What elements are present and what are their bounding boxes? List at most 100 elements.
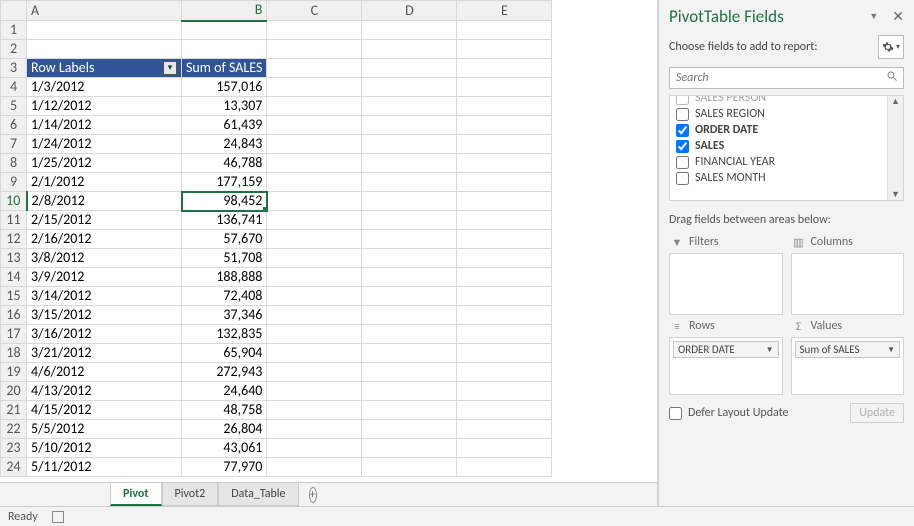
row-header-24[interactable]: 24	[1, 458, 27, 477]
cell-D23[interactable]	[362, 439, 457, 458]
row-header-5[interactable]: 5	[1, 97, 27, 116]
cell-C24[interactable]	[267, 458, 362, 477]
defer-update-input[interactable]	[669, 407, 682, 420]
cell-D8[interactable]	[362, 154, 457, 173]
row-header-13[interactable]: 13	[1, 249, 27, 268]
cell-C15[interactable]	[267, 287, 362, 306]
cell-B7[interactable]: 24,843	[182, 135, 267, 154]
cell-B13[interactable]: 51,708	[182, 249, 267, 268]
cell-E3[interactable]	[457, 59, 552, 78]
row-header-1[interactable]: 1	[1, 21, 27, 40]
row-header-10[interactable]: 10	[1, 192, 27, 211]
cell-C11[interactable]	[267, 211, 362, 230]
row-header-14[interactable]: 14	[1, 268, 27, 287]
cell-E2[interactable]	[457, 40, 552, 59]
values-area[interactable]: Sum of SALES▼	[791, 337, 905, 395]
cell-B22[interactable]: 26,804	[182, 420, 267, 439]
cell-D17[interactable]	[362, 325, 457, 344]
cell-D11[interactable]	[362, 211, 457, 230]
cell-E12[interactable]	[457, 230, 552, 249]
cell-A9[interactable]: 2/1/2012	[27, 173, 182, 192]
col-header-A[interactable]: A	[27, 1, 182, 21]
field-checkbox[interactable]	[676, 156, 689, 169]
cell-C13[interactable]	[267, 249, 362, 268]
cell-C17[interactable]	[267, 325, 362, 344]
cell-C7[interactable]	[267, 135, 362, 154]
row-header-18[interactable]: 18	[1, 344, 27, 363]
cell-C19[interactable]	[267, 363, 362, 382]
field-item-financial-year[interactable]: FINANCIAL YEAR	[674, 154, 883, 170]
cell-E20[interactable]	[457, 382, 552, 401]
filters-area[interactable]	[669, 253, 783, 315]
cell-B8[interactable]: 46,788	[182, 154, 267, 173]
col-header-D[interactable]: D	[362, 1, 457, 21]
row-header-21[interactable]: 21	[1, 401, 27, 420]
cell-B6[interactable]: 61,439	[182, 116, 267, 135]
cell-D22[interactable]	[362, 420, 457, 439]
cell-C12[interactable]	[267, 230, 362, 249]
cell-B20[interactable]: 24,640	[182, 382, 267, 401]
cell-B1[interactable]	[182, 21, 267, 40]
cell-C3[interactable]	[267, 59, 362, 78]
cell-E13[interactable]	[457, 249, 552, 268]
row-header-2[interactable]: 2	[1, 40, 27, 59]
cell-B5[interactable]: 13,307	[182, 97, 267, 116]
cell-D4[interactable]	[362, 78, 457, 97]
cell-C23[interactable]	[267, 439, 362, 458]
cell-A10[interactable]: 2/8/2012	[27, 192, 182, 211]
row-header-22[interactable]: 22	[1, 420, 27, 439]
col-header-E[interactable]: E	[457, 1, 552, 21]
cell-B15[interactable]: 72,408	[182, 287, 267, 306]
cell-E9[interactable]	[457, 173, 552, 192]
cell-C9[interactable]	[267, 173, 362, 192]
cell-A21[interactable]: 4/15/2012	[27, 401, 182, 420]
row-header-16[interactable]: 16	[1, 306, 27, 325]
cell-E1[interactable]	[457, 21, 552, 40]
row-header-7[interactable]: 7	[1, 135, 27, 154]
row-header-4[interactable]: 4	[1, 78, 27, 97]
cell-C4[interactable]	[267, 78, 362, 97]
cell-C6[interactable]	[267, 116, 362, 135]
cell-E10[interactable]	[457, 192, 552, 211]
cell-D16[interactable]	[362, 306, 457, 325]
cell-B18[interactable]: 65,904	[182, 344, 267, 363]
cell-C2[interactable]	[267, 40, 362, 59]
columns-area[interactable]	[791, 253, 905, 315]
search-box[interactable]	[669, 67, 904, 89]
cell-C21[interactable]	[267, 401, 362, 420]
cell-E24[interactable]	[457, 458, 552, 477]
field-checkbox[interactable]	[676, 108, 689, 121]
cell-D15[interactable]	[362, 287, 457, 306]
cell-A13[interactable]: 3/8/2012	[27, 249, 182, 268]
cell-A20[interactable]: 4/13/2012	[27, 382, 182, 401]
cell-A22[interactable]: 5/5/2012	[27, 420, 182, 439]
cell-E14[interactable]	[457, 268, 552, 287]
cell-A15[interactable]: 3/14/2012	[27, 287, 182, 306]
field-checkbox[interactable]	[676, 140, 689, 153]
row-header-17[interactable]: 17	[1, 325, 27, 344]
row-labels-dropdown-icon[interactable]: ▾	[163, 61, 177, 75]
cell-D20[interactable]	[362, 382, 457, 401]
area-chip-sum-of-sales[interactable]: Sum of SALES▼	[795, 341, 901, 358]
cell-C18[interactable]	[267, 344, 362, 363]
cell-A7[interactable]: 1/24/2012	[27, 135, 182, 154]
cell-A17[interactable]: 3/16/2012	[27, 325, 182, 344]
field-list-scrollbar[interactable]: ▲ ▼	[887, 96, 903, 200]
cell-E11[interactable]	[457, 211, 552, 230]
cell-C5[interactable]	[267, 97, 362, 116]
cell-E16[interactable]	[457, 306, 552, 325]
cell-A4[interactable]: 1/3/2012	[27, 78, 182, 97]
cell-A19[interactable]: 4/6/2012	[27, 363, 182, 382]
macro-record-icon[interactable]	[52, 511, 64, 523]
cell-C10[interactable]	[267, 192, 362, 211]
cell-C22[interactable]	[267, 420, 362, 439]
cell-A18[interactable]: 3/21/2012	[27, 344, 182, 363]
defer-update-checkbox[interactable]: Defer Layout Update	[669, 406, 789, 420]
cell-D1[interactable]	[362, 21, 457, 40]
sheet-tab-Data_Table[interactable]: Data_Table	[218, 483, 298, 506]
cell-B23[interactable]: 43,061	[182, 439, 267, 458]
cell-B14[interactable]: 188,888	[182, 268, 267, 287]
cell-C14[interactable]	[267, 268, 362, 287]
field-item-sales-month[interactable]: SALES MONTH	[674, 170, 883, 186]
cell-E22[interactable]	[457, 420, 552, 439]
